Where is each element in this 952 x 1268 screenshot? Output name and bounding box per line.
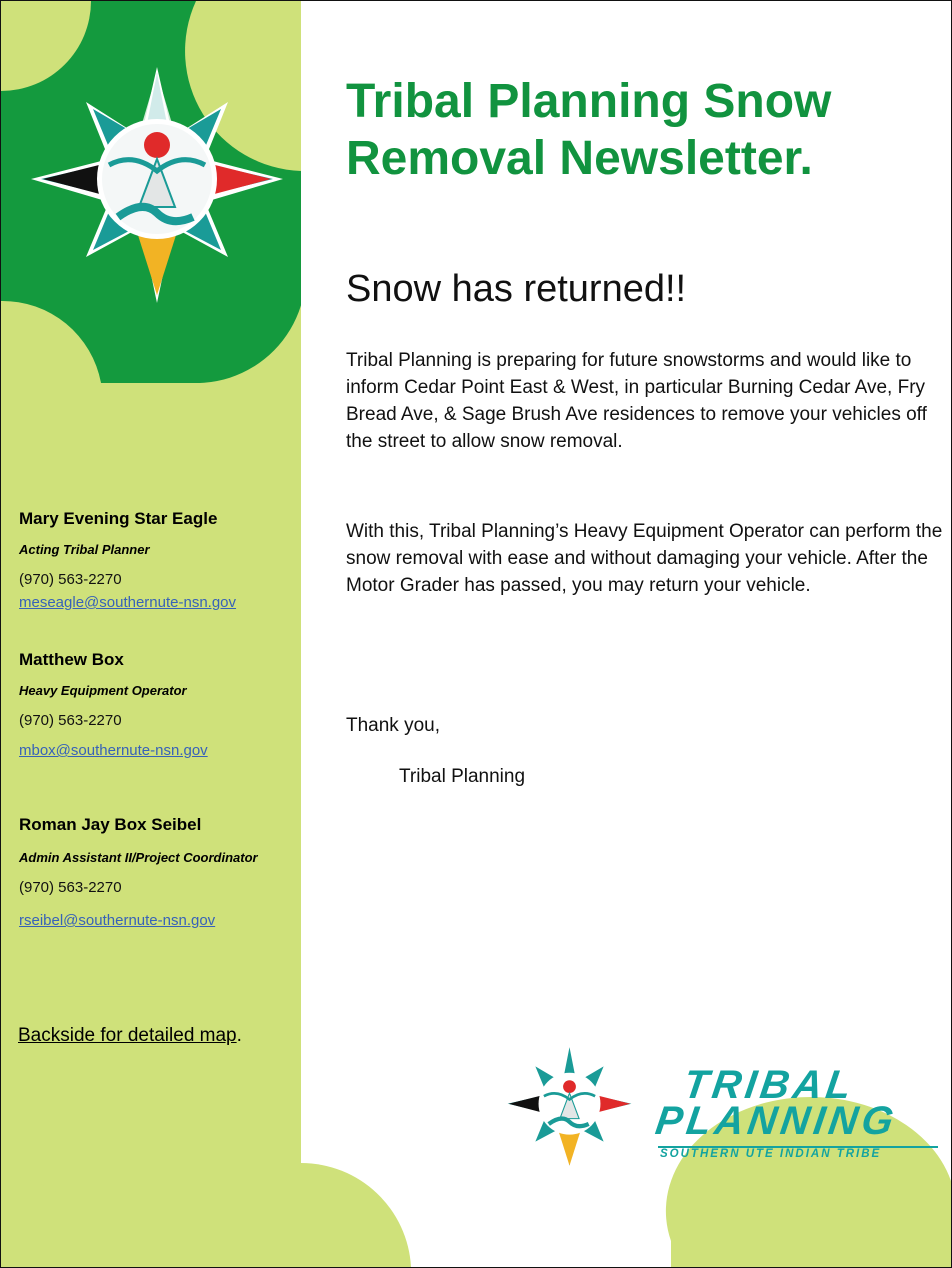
contact-role: Heavy Equipment Operator (19, 683, 187, 698)
contact-name: Mary Evening Star Eagle (19, 509, 218, 528)
newsletter-page: Mary Evening Star Eagle Acting Tribal Pl… (0, 0, 952, 1268)
backside-period: . (236, 1025, 242, 1046)
page-subtitle: Snow has returned!! (346, 268, 687, 310)
contact-email-link[interactable]: rseibel@southernute-nsn.gov (19, 912, 215, 929)
tribal-emblem-logo (31, 67, 283, 303)
wordmark-tagline: SOUTHERN UTE INDIAN TRIBE (660, 1148, 882, 1160)
closing-text: Thank you, (346, 715, 440, 736)
body-paragraph: Tribal Planning is preparing for future … (346, 350, 927, 452)
backside-note: Backside for detailed map. (18, 1025, 242, 1047)
contact-email-link[interactable]: meseagle@southernute-nsn.gov (19, 594, 236, 611)
wordmark-line2: PLANNING (652, 1099, 900, 1143)
page-title: Tribal Planning Snow Removal Newsletter. (346, 75, 832, 185)
contact-email-link[interactable]: mbox@southernute-nsn.gov (19, 742, 208, 759)
backside-map-link[interactable]: Backside for detailed map (18, 1025, 237, 1046)
contact-phone: (970) 563-2270 (19, 571, 122, 588)
tribal-planning-wordmark: TRIBAL PLANNING SOUTHERN UTE INDIAN TRIB… (652, 1063, 946, 1164)
contact-name: Roman Jay Box Seibel (19, 815, 202, 834)
sidebar: Mary Evening Star Eagle Acting Tribal Pl… (1, 1, 301, 1267)
contact-role: Admin Assistant II/Project Coordinator (19, 850, 258, 865)
body-paragraph: With this, Tribal Planning’s Heavy Equip… (346, 521, 943, 596)
tribal-planning-emblem (507, 1047, 632, 1166)
contact-phone: (970) 563-2270 (19, 712, 122, 729)
contact-name: Matthew Box (19, 650, 124, 669)
contact-phone: (970) 563-2270 (19, 879, 122, 896)
contact-role: Acting Tribal Planner (19, 542, 150, 557)
signature-text: Tribal Planning (399, 766, 526, 787)
